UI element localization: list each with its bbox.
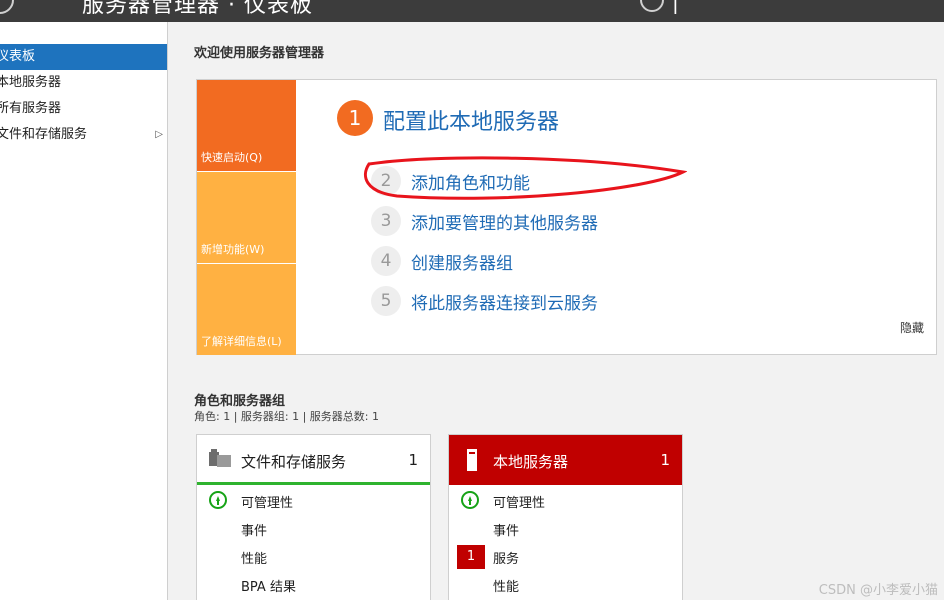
row-label: BPA 结果	[241, 580, 296, 595]
refresh-icon[interactable]	[640, 0, 664, 12]
card-row-bpa[interactable]: BPA 结果	[197, 571, 430, 599]
sidebar-item-label: 仪表板	[0, 49, 36, 64]
roles-section-title: 角色和服务器组	[194, 394, 286, 409]
sidebar-item-file-storage[interactable]: 文件和存储服务 ▷	[0, 122, 167, 148]
row-label: 事件	[241, 524, 268, 539]
separator-icon: |	[672, 0, 679, 14]
back-icon[interactable]	[0, 0, 14, 14]
step-label: 将此服务器连接到云服务	[411, 294, 598, 314]
hide-link[interactable]: 隐藏	[900, 319, 924, 336]
status-ok-icon	[209, 491, 227, 509]
sidebar-item-label: 文件和存储服务	[0, 127, 88, 142]
role-card-file-storage[interactable]: 文件和存储服务 1 可管理性 事件 性能 BPA 结果	[196, 434, 431, 600]
step-label: 配置此本地服务器	[383, 110, 560, 135]
card-row-manageability[interactable]: 可管理性	[197, 487, 430, 515]
row-label: 性能	[493, 580, 520, 595]
card-row-manageability[interactable]: 可管理性	[449, 487, 682, 515]
row-label: 可管理性	[493, 496, 546, 511]
watermark: CSDN @小李爱小猫	[818, 583, 938, 598]
step-label: 创建服务器组	[411, 254, 513, 274]
card-row-services[interactable]: 1 服务	[449, 543, 682, 571]
role-card-local-server[interactable]: 本地服务器 1 可管理性 事件 1 服务 性能	[448, 434, 683, 600]
tile-whats-new[interactable]: 新增功能(W)	[197, 172, 296, 263]
tile-label: 了解详细信息(L)	[201, 335, 282, 348]
card-row-performance[interactable]: 性能	[449, 571, 682, 599]
sidebar-item-local-server[interactable]: 本地服务器	[0, 70, 167, 96]
card-count: 1	[408, 451, 418, 469]
sidebar-item-label: 所有服务器	[0, 101, 62, 116]
step-number: 5	[371, 286, 401, 316]
window-title: 服务器管理器 · 仪表板	[82, 0, 313, 18]
title-bar: 服务器管理器 · 仪表板 |	[0, 0, 944, 22]
tile-learn-more[interactable]: 了解详细信息(L)	[197, 264, 296, 355]
step-number: 1	[337, 100, 373, 136]
row-label: 性能	[241, 552, 268, 567]
card-row-events[interactable]: 事件	[449, 515, 682, 543]
sidebar: 仪表板 本地服务器 所有服务器 文件和存储服务 ▷	[0, 22, 168, 600]
welcome-title: 欢迎使用服务器管理器	[194, 46, 325, 61]
card-count: 1	[660, 451, 670, 469]
step-number: 3	[371, 206, 401, 236]
card-header[interactable]: 文件和存储服务 1	[197, 435, 430, 485]
step-number: 2	[371, 166, 401, 196]
tile-label: 快速启动(Q)	[201, 151, 263, 164]
sidebar-item-all-servers[interactable]: 所有服务器	[0, 96, 167, 122]
step-label: 添加角色和功能	[411, 174, 530, 194]
server-icon	[467, 449, 477, 471]
row-label: 可管理性	[241, 496, 294, 511]
step-number: 4	[371, 246, 401, 276]
card-title: 本地服务器	[493, 453, 569, 471]
card-title: 文件和存储服务	[241, 453, 347, 471]
file-storage-icon	[209, 449, 231, 467]
roles-summary: 角色: 1 | 服务器组: 1 | 服务器总数: 1	[194, 410, 380, 423]
welcome-panel: 快速启动(Q) 新增功能(W) 了解详细信息(L) 1 配置此本地服务器 2 添…	[196, 79, 937, 355]
expand-arrow-icon[interactable]: ▷	[155, 122, 163, 148]
alert-count-badge: 1	[457, 545, 485, 569]
sidebar-item-dashboard[interactable]: 仪表板	[0, 44, 167, 70]
status-ok-icon	[461, 491, 479, 509]
card-header[interactable]: 本地服务器 1	[449, 435, 682, 485]
row-label: 服务	[493, 552, 520, 567]
step-label: 添加要管理的其他服务器	[411, 214, 598, 234]
main-content: 欢迎使用服务器管理器 快速启动(Q) 新增功能(W) 了解详细信息(L) 1 配…	[168, 22, 944, 600]
sidebar-item-label: 本地服务器	[0, 75, 62, 90]
tile-label: 新增功能(W)	[201, 243, 265, 256]
row-label: 事件	[493, 524, 520, 539]
card-row-performance[interactable]: 性能	[197, 543, 430, 571]
card-row-events[interactable]: 事件	[197, 515, 430, 543]
tile-quick-start[interactable]: 快速启动(Q)	[197, 80, 296, 171]
